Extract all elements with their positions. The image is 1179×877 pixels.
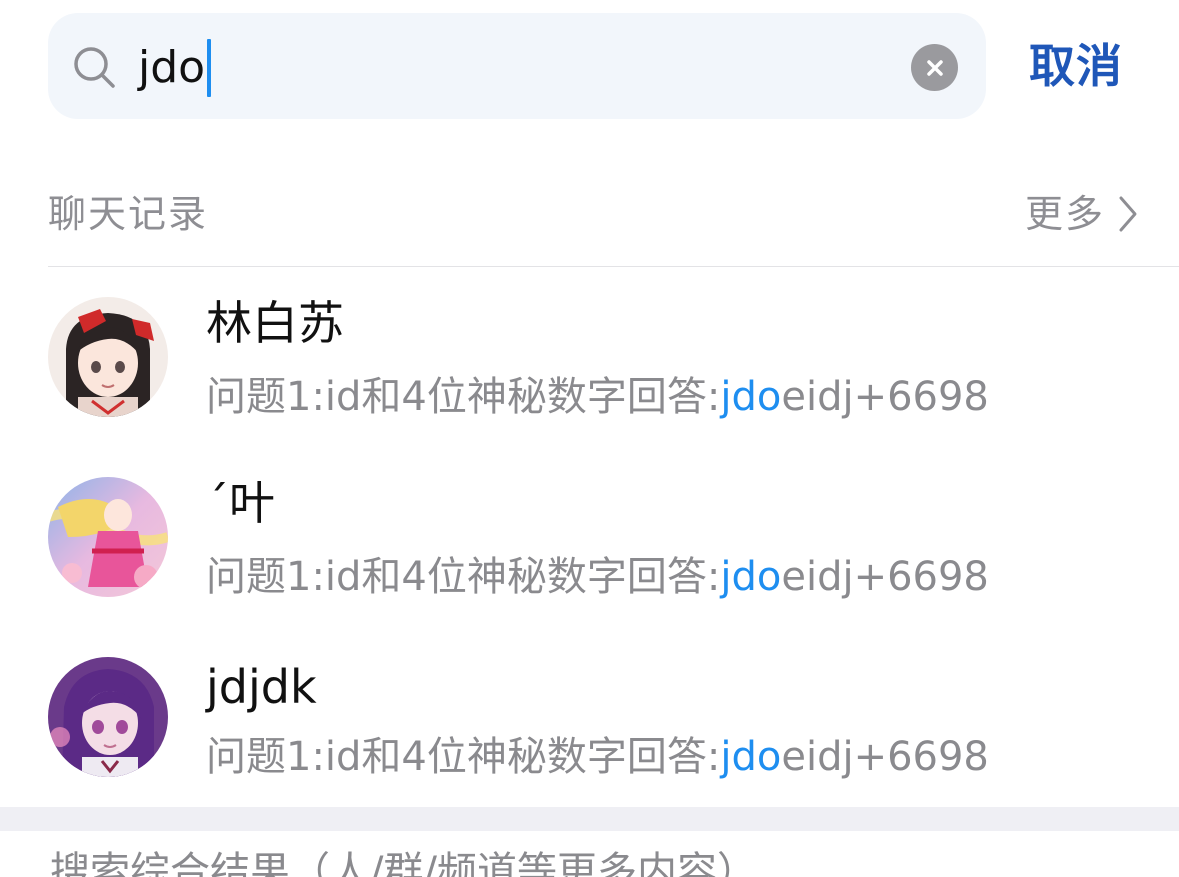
message-snippet: 问题1:id和4位神秘数字回答:jdoeidj+6698 (206, 731, 989, 783)
text-caret (207, 39, 212, 97)
cancel-button[interactable]: 取消 (1029, 36, 1123, 96)
section-title: 聊天记录 (48, 192, 209, 236)
more-link-label: 更多 (1024, 192, 1105, 236)
anime-girl-blonde-pink-avatar (48, 477, 168, 597)
chevron-right-icon (1119, 196, 1137, 232)
more-link[interactable]: 更多 (1025, 190, 1139, 238)
chat-history-section-header: 聊天记录 更多 (48, 186, 1179, 266)
snippet-match-highlight: jdo (720, 554, 782, 600)
search-results-page: jdo 取消 聊天记录 更多 林白苏 问题1:id和4位神秘数字回答:jdoei… (0, 0, 1179, 877)
clear-search-button[interactable] (911, 44, 958, 91)
snippet-prefix: 问题1:id和4位神秘数字回答: (206, 554, 721, 600)
search-icon (74, 47, 115, 88)
anime-girl-purple-hair-avatar (48, 657, 168, 777)
close-icon (926, 59, 943, 76)
snippet-suffix: eidj+6698 (781, 374, 989, 420)
search-all-results-link[interactable]: 搜索综合结果（人/群/频道等更多内容） (50, 846, 757, 877)
snippet-match-highlight: jdo (720, 374, 782, 420)
avatar (48, 477, 168, 597)
snippet-prefix: 问题1:id和4位神秘数字回答: (206, 734, 721, 780)
chat-result-row[interactable]: jdjdk 问题1:id和4位神秘数字回答:jdoeidj+6698 (0, 623, 1179, 801)
chat-result-row[interactable]: ´叶 问题1:id和4位神秘数字回答:jdoeidj+6698 (0, 445, 1179, 623)
search-query-text: jdo (138, 42, 206, 93)
anime-girl-red-bow-avatar (48, 297, 168, 417)
contact-name: jdjdk (206, 660, 317, 714)
chat-result-row[interactable]: 林白苏 问题1:id和4位神秘数字回答:jdoeidj+6698 (0, 267, 1179, 445)
message-snippet: 问题1:id和4位神秘数字回答:jdoeidj+6698 (206, 371, 989, 423)
snippet-match-highlight: jdo (720, 734, 782, 780)
contact-name: 林白苏 (206, 296, 344, 350)
snippet-prefix: 问题1:id和4位神秘数字回答: (206, 374, 721, 420)
contact-name: ´叶 (206, 476, 275, 530)
message-snippet: 问题1:id和4位神秘数字回答:jdoeidj+6698 (206, 551, 989, 603)
avatar (48, 657, 168, 777)
snippet-suffix: eidj+6698 (781, 554, 989, 600)
section-separator (0, 807, 1179, 831)
snippet-suffix: eidj+6698 (781, 734, 989, 780)
search-input[interactable]: jdo (138, 38, 212, 98)
avatar (48, 297, 168, 417)
